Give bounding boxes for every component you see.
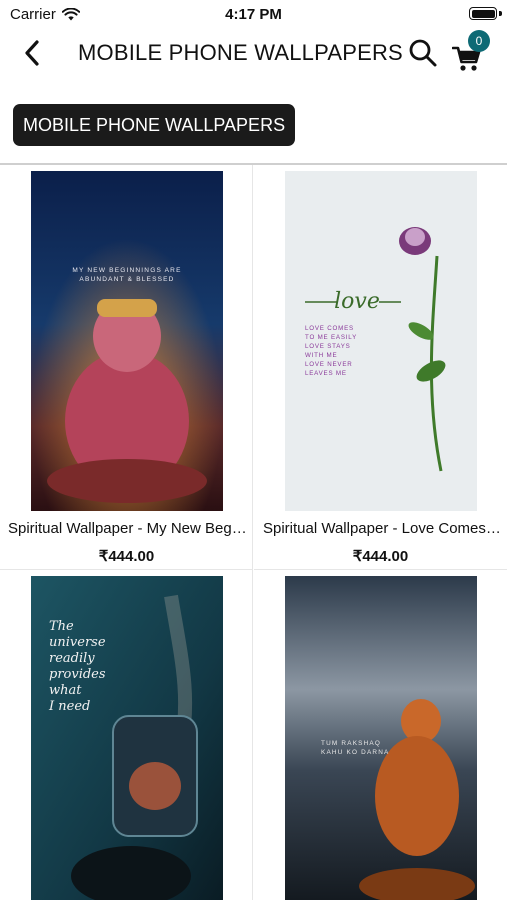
product-card[interactable]: MY NEW BEGINNINGS ARE ABUNDANT & BLESSED… [0, 165, 253, 570]
image-caption: MY NEW BEGINNINGS ARE [72, 267, 181, 274]
product-image[interactable]: The universe readily provides what I nee… [31, 576, 223, 900]
nav-bar: MOBILE PHONE WALLPAPERS 0 [0, 28, 507, 78]
image-caption: I need [48, 699, 90, 714]
status-bar: Carrier 4:17 PM [0, 0, 507, 28]
image-caption: The [49, 619, 74, 634]
image-caption: readily [49, 651, 95, 666]
image-caption: universe [49, 635, 106, 650]
search-button[interactable] [406, 36, 440, 70]
product-card[interactable]: love LOVE COMES TO ME EASILY LOVE STAYS … [254, 165, 507, 570]
product-name[interactable]: Spiritual Wallpaper - Love Comes to Me E… [263, 520, 503, 537]
product-price: ₹444.00 [352, 548, 409, 565]
image-caption: TO ME EASILY [305, 334, 357, 341]
image-caption: love [334, 289, 380, 314]
product-name[interactable]: Spiritual Wallpaper - My New Beginnings … [8, 520, 248, 537]
status-time: 4:17 PM [225, 6, 282, 23]
product-card[interactable]: TUM RAKSHAQ KAHU KO DARNA [254, 570, 507, 900]
cart-count-badge: 0 [468, 30, 490, 52]
battery-tip [499, 11, 502, 16]
image-caption: LEAVES ME [305, 370, 347, 377]
image-caption: KAHU KO DARNA [321, 749, 390, 756]
category-chip[interactable]: MOBILE PHONE WALLPAPERS [13, 104, 296, 146]
product-image[interactable]: love LOVE COMES TO ME EASILY LOVE STAYS … [285, 171, 477, 511]
image-caption: TUM RAKSHAQ [321, 740, 381, 747]
chevron-left-icon [25, 40, 39, 66]
image-caption: provides [49, 667, 106, 682]
product-price: ₹444.00 [98, 548, 155, 565]
product-card[interactable]: The universe readily provides what I nee… [0, 570, 253, 900]
product-grid: MY NEW BEGINNINGS ARE ABUNDANT & BLESSED… [0, 165, 507, 900]
image-caption: WITH ME [305, 352, 337, 359]
image-caption: LOVE COMES [305, 325, 354, 332]
product-image[interactable]: TUM RAKSHAQ KAHU KO DARNA [285, 576, 477, 900]
page-title: MOBILE PHONE WALLPAPERS [78, 40, 403, 65]
image-caption: LOVE NEVER [305, 361, 353, 368]
back-button[interactable] [14, 36, 50, 70]
image-caption: what [49, 683, 82, 698]
cart-button[interactable]: 0 [450, 30, 490, 72]
image-caption: ABUNDANT & BLESSED [79, 276, 174, 283]
battery-icon [469, 7, 497, 20]
product-image[interactable]: MY NEW BEGINNINGS ARE ABUNDANT & BLESSED [31, 171, 223, 511]
image-caption: LOVE STAYS [305, 343, 351, 350]
search-icon [409, 39, 437, 67]
